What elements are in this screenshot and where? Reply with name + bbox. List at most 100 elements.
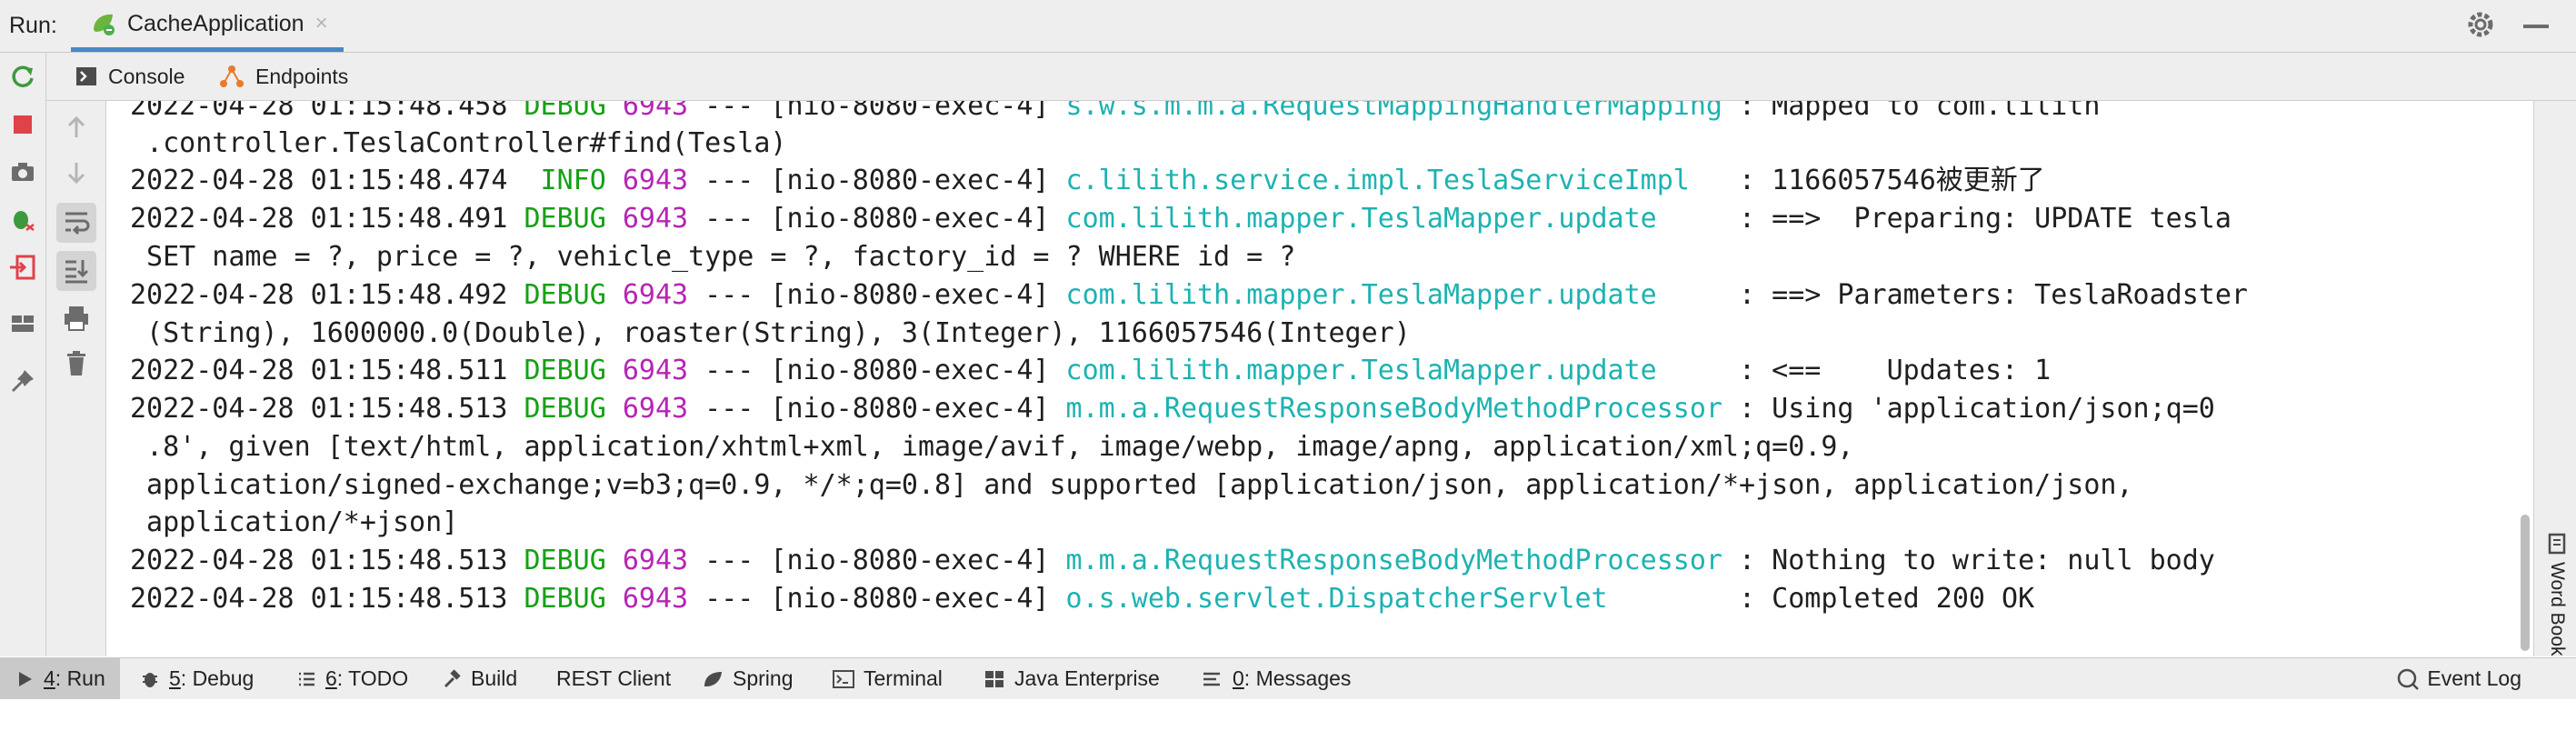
- log-separator: ---: [704, 165, 754, 196]
- log-separator: ---: [704, 583, 754, 615]
- bottom-tab-messages-key: 0: [1233, 666, 1244, 690]
- soft-wrap-icon[interactable]: [56, 203, 96, 243]
- bug-icon: [143, 672, 157, 687]
- console-tabs-bar: Console Endpoints: [46, 53, 2576, 101]
- bottom-tab-todo-label: : TODO: [336, 666, 409, 690]
- bottom-tab-run-key: 4: [44, 666, 55, 690]
- log-line-continuation: application/*+json]: [130, 506, 459, 538]
- bottom-tab-messages[interactable]: 0: Messages: [1202, 658, 1351, 699]
- bottom-tab-run[interactable]: 4: Run: [0, 658, 120, 699]
- exit-icon[interactable]: [8, 253, 37, 282]
- log-line-continuation: .8', given [text/html, application/xhtml…: [130, 431, 1854, 463]
- bottom-tab-run-label: : Run: [55, 666, 105, 690]
- log-line: 2022-04-28 01:15:48.491 DEBUG 6943 --- […: [130, 201, 2232, 237]
- log-logger: c.lilith.service.impl.TeslaServiceImpl: [1065, 165, 1722, 196]
- bottom-tool-window-bar: 4: Run 5: Debug 6: TODO Build REST Clien…: [0, 657, 2576, 699]
- gear-icon[interactable]: [2465, 9, 2496, 40]
- tab-endpoints-label: Endpoints: [255, 64, 349, 88]
- leaf-icon: [704, 671, 722, 686]
- event-log-icon: [2398, 668, 2420, 690]
- log-level: DEBUG: [507, 203, 606, 235]
- log-message: : Completed 200 OK: [1722, 583, 2035, 615]
- run-tab-cache-application[interactable]: CacheApplication ×: [71, 0, 344, 52]
- bottom-tab-terminal[interactable]: Terminal: [833, 658, 943, 699]
- log-thread: [nio-8080-exec-4]: [770, 545, 1050, 576]
- layout-icon[interactable]: [8, 309, 37, 338]
- log-line: 2022-04-28 01:15:48.458 DEBUG 6943 --- […: [130, 101, 2100, 125]
- log-pid: 6943: [622, 545, 689, 576]
- scrollbar-thumb[interactable]: [2521, 515, 2530, 651]
- log-level: DEBUG: [507, 583, 606, 615]
- tab-console[interactable]: Console: [75, 53, 185, 100]
- event-log-label: Event Log: [2427, 666, 2521, 690]
- scroll-to-end-icon[interactable]: [56, 251, 96, 291]
- bottom-tab-java-enterprise[interactable]: Java Enterprise: [983, 658, 1160, 699]
- close-icon[interactable]: ×: [315, 11, 328, 36]
- log-thread: [nio-8080-exec-4]: [770, 165, 1050, 196]
- bottom-tab-terminal-label: Terminal: [864, 666, 943, 690]
- console-output[interactable]: 2022-04-28 01:15:48.458 DEBUG 6943 --- […: [106, 101, 2515, 656]
- log-pid: 6943: [622, 279, 689, 311]
- log-line: 2022-04-28 01:15:48.513 DEBUG 6943 --- […: [130, 581, 2034, 617]
- log-message: : Using 'application/json;q=0: [1722, 393, 2215, 425]
- log-date: 2022-04-28 01:15:48.511: [130, 355, 508, 386]
- arrow-down-icon[interactable]: [61, 157, 92, 188]
- log-logger: s.w.s.m.m.a.RequestMappingHandlerMapping: [1065, 101, 1722, 122]
- hammer-icon: [444, 668, 461, 687]
- minimize-icon[interactable]: [2523, 25, 2549, 28]
- log-logger: com.lilith.mapper.TeslaMapper.update: [1065, 355, 1722, 386]
- print-icon[interactable]: [61, 303, 92, 334]
- log-separator: ---: [704, 545, 754, 576]
- log-message: : <== Updates: 1: [1722, 355, 2052, 386]
- rerun-icon[interactable]: [8, 62, 37, 91]
- bottom-tab-todo[interactable]: 6: TODO: [296, 658, 408, 699]
- run-tab-label: CacheApplication: [127, 10, 305, 36]
- log-message: : Mapped to com.lilith: [1722, 101, 2101, 122]
- log-pid: 6943: [622, 203, 689, 235]
- play-icon: [19, 671, 32, 686]
- bottom-tab-debug-key: 5: [169, 666, 181, 690]
- word-book-button[interactable]: Word Book: [2543, 533, 2571, 751]
- log-date: 2022-04-28 01:15:48.491: [130, 203, 508, 235]
- event-log-button[interactable]: Event Log: [2396, 658, 2521, 699]
- log-thread: [nio-8080-exec-4]: [770, 101, 1050, 122]
- bottom-tab-build-label: Build: [471, 666, 518, 690]
- bottom-tab-spring[interactable]: Spring: [702, 658, 793, 699]
- bottom-tab-build[interactable]: Build: [442, 658, 517, 699]
- log-thread: [nio-8080-exec-4]: [770, 279, 1050, 311]
- trash-icon[interactable]: [61, 348, 92, 379]
- pin-icon[interactable]: [8, 366, 37, 396]
- tab-endpoints[interactable]: Endpoints: [219, 53, 348, 100]
- list-icon: [299, 672, 315, 686]
- right-tool-strip: Word Book: [2533, 101, 2576, 656]
- terminal-icon: [833, 669, 854, 688]
- console-scrollbar[interactable]: [2515, 101, 2533, 656]
- log-pid: 6943: [622, 355, 689, 386]
- camera-icon[interactable]: [8, 157, 37, 186]
- log-thread: [nio-8080-exec-4]: [770, 393, 1050, 425]
- run-left-toolbar: [0, 53, 46, 656]
- bottom-tab-todo-key: 6: [325, 666, 337, 690]
- debug-bug-icon[interactable]: [8, 205, 37, 234]
- stop-icon[interactable]: [8, 110, 37, 139]
- log-message: : Nothing to write: null body: [1722, 545, 2215, 576]
- bottom-tab-messages-label: : Messages: [1243, 666, 1352, 690]
- book-icon: [2548, 533, 2566, 555]
- bottom-tab-java-enterprise-label: Java Enterprise: [1014, 666, 1160, 690]
- endpoints-icon: [220, 65, 244, 87]
- log-line: 2022-04-28 01:15:48.492 DEBUG 6943 --- […: [130, 277, 2248, 314]
- log-line: 2022-04-28 01:15:48.513 DEBUG 6943 --- […: [130, 543, 2215, 579]
- log-level: DEBUG: [507, 355, 606, 386]
- log-pid: 6943: [622, 165, 689, 196]
- log-level: INFO: [507, 165, 606, 196]
- log-logger: m.m.a.RequestResponseBodyMethodProcessor: [1065, 545, 1722, 576]
- bottom-tab-rest-client[interactable]: REST Client: [556, 658, 671, 699]
- log-line-continuation: application/signed-exchange;v=b3;q=0.9, …: [130, 469, 2133, 501]
- log-logger: o.s.web.servlet.DispatcherServlet: [1065, 583, 1722, 615]
- bottom-tab-debug[interactable]: 5: Debug: [140, 658, 254, 699]
- arrow-up-icon[interactable]: [61, 112, 92, 143]
- log-thread: [nio-8080-exec-4]: [770, 203, 1050, 235]
- log-message: : 1166057546被更新了: [1722, 165, 2045, 196]
- spring-boot-app-icon: [94, 14, 115, 35]
- messages-icon: [1203, 672, 1220, 686]
